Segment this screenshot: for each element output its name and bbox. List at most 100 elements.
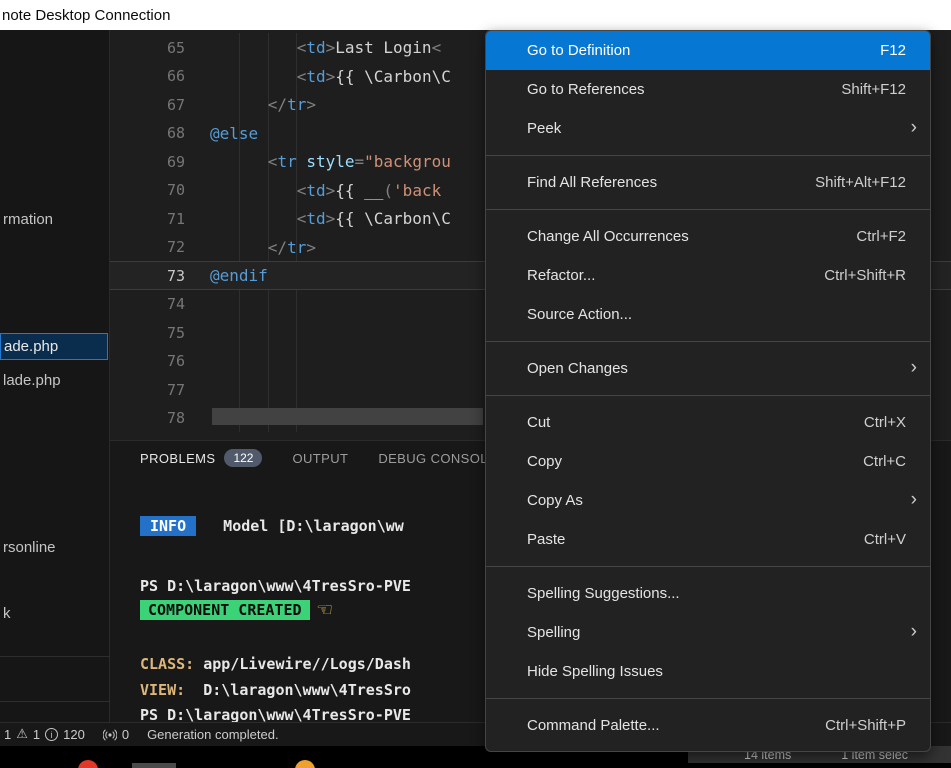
menu-separator bbox=[486, 209, 930, 210]
line-number: 77 bbox=[110, 381, 200, 399]
code-text: </tr> bbox=[200, 238, 316, 257]
code-text: @else bbox=[200, 124, 258, 143]
problems-status[interactable]: 1 ⚠ 1 120 bbox=[4, 723, 85, 746]
menu-item-shortcut: Ctrl+X bbox=[864, 414, 906, 431]
info-icon bbox=[45, 728, 58, 741]
submenu-chevron-icon: › bbox=[911, 489, 917, 511]
menu-item-label: Go to Definition bbox=[527, 42, 880, 59]
line-number: 74 bbox=[110, 295, 200, 313]
menu-item-shortcut: Ctrl+F2 bbox=[856, 228, 906, 245]
menu-item-label: Cut bbox=[527, 414, 864, 431]
menu-item-paste[interactable]: PasteCtrl+V bbox=[486, 520, 930, 559]
sidebar-item-ade-php[interactable]: ade.php bbox=[0, 333, 108, 360]
submenu-chevron-icon: › bbox=[911, 357, 917, 379]
code-text: @endif bbox=[200, 266, 268, 285]
menu-separator bbox=[486, 155, 930, 156]
menu-item-label: Open Changes bbox=[527, 360, 906, 377]
panel-tab-output[interactable]: OUTPUT bbox=[292, 451, 348, 466]
menu-item-shortcut: Shift+Alt+F12 bbox=[815, 174, 906, 191]
menu-item-spelling-suggestions[interactable]: Spelling Suggestions... bbox=[486, 574, 930, 613]
menu-item-cut[interactable]: CutCtrl+X bbox=[486, 403, 930, 442]
explorer-sidebar: rmation ade.php lade.php rsonline k bbox=[0, 30, 110, 722]
menu-item-label: Command Palette... bbox=[527, 717, 825, 734]
menu-item-shortcut: Ctrl+C bbox=[863, 453, 906, 470]
menu-item-label: Peek bbox=[527, 120, 906, 137]
menu-item-peek[interactable]: Peek › bbox=[486, 109, 930, 148]
menu-item-label: Hide Spelling Issues bbox=[527, 663, 906, 680]
menu-item-label: Change All Occurrences bbox=[527, 228, 856, 245]
menu-item-open-changes[interactable]: Open Changes › bbox=[486, 349, 930, 388]
code-text: </tr> bbox=[200, 95, 316, 114]
menu-item-label: Copy bbox=[527, 453, 863, 470]
info-count: 120 bbox=[63, 727, 85, 742]
problems-count-badge: 122 bbox=[224, 449, 262, 467]
remote-desktop-screen: note Desktop Connection rmation ade.php la… bbox=[0, 0, 951, 768]
code-text: <td>{{ __('back bbox=[200, 181, 441, 200]
menu-item-refactor[interactable]: Refactor...Ctrl+Shift+R bbox=[486, 256, 930, 295]
line-number: 71 bbox=[110, 210, 200, 228]
menu-item-shortcut: Ctrl+Shift+R bbox=[824, 267, 906, 284]
taskbar-icon-red[interactable] bbox=[78, 760, 98, 768]
menu-item-shortcut: Ctrl+V bbox=[864, 531, 906, 548]
ports-icon bbox=[103, 728, 117, 742]
warning-count: 1 bbox=[33, 727, 40, 742]
menu-item-label: Paste bbox=[527, 531, 864, 548]
menu-item-go-to-definition[interactable]: Go to DefinitionF12 bbox=[486, 31, 930, 70]
sidebar-item-lade-php[interactable]: lade.php bbox=[0, 368, 108, 392]
line-number: 72 bbox=[110, 238, 200, 256]
sidebar-item-k[interactable]: k bbox=[0, 601, 108, 625]
menu-separator bbox=[486, 341, 930, 342]
menu-item-hide-spelling-issues[interactable]: Hide Spelling Issues bbox=[486, 652, 930, 691]
status-message: Generation completed. bbox=[147, 727, 279, 742]
menu-item-copy[interactable]: CopyCtrl+C bbox=[486, 442, 930, 481]
sidebar-divider bbox=[0, 656, 110, 657]
line-number: 69 bbox=[110, 153, 200, 171]
sidebar-item-rmation[interactable]: rmation bbox=[0, 207, 108, 231]
rdp-title: note Desktop Connection bbox=[2, 7, 170, 24]
line-number: 67 bbox=[110, 96, 200, 114]
menu-item-change-all-occurrences[interactable]: Change All OccurrencesCtrl+F2 bbox=[486, 217, 930, 256]
menu-item-copy-as[interactable]: Copy As › bbox=[486, 481, 930, 520]
code-text: <td>{{ \Carbon\C bbox=[200, 67, 451, 86]
ports-count: 0 bbox=[122, 727, 129, 742]
menu-item-command-palette[interactable]: Command Palette...Ctrl+Shift+P bbox=[486, 706, 930, 745]
taskbar-icon-orange[interactable] bbox=[295, 760, 315, 768]
rdp-title-bar[interactable]: note Desktop Connection bbox=[0, 0, 951, 30]
panel-tab-problems[interactable]: PROBLEMS122 bbox=[140, 449, 262, 467]
panel-tab-debug-console[interactable]: DEBUG CONSOLE bbox=[378, 451, 497, 466]
error-count: 1 bbox=[4, 727, 11, 742]
menu-separator bbox=[486, 395, 930, 396]
sidebar-file-list: rmation ade.php lade.php rsonline k bbox=[0, 30, 109, 722]
code-text: <td>{{ \Carbon\C bbox=[200, 209, 451, 228]
submenu-chevron-icon: › bbox=[911, 117, 917, 139]
line-number: 76 bbox=[110, 352, 200, 370]
sidebar-item-rsonline[interactable]: rsonline bbox=[0, 535, 108, 559]
code-text: <tr style="backgrou bbox=[200, 152, 451, 171]
menu-item-label: Spelling Suggestions... bbox=[527, 585, 906, 602]
line-number: 78 bbox=[110, 409, 200, 427]
menu-item-shortcut: Ctrl+Shift+P bbox=[825, 717, 906, 734]
menu-item-label: Refactor... bbox=[527, 267, 824, 284]
menu-item-label: Find All References bbox=[527, 174, 815, 191]
line-number: 70 bbox=[110, 181, 200, 199]
sidebar-divider bbox=[0, 701, 110, 702]
line-number: 75 bbox=[110, 324, 200, 342]
horizontal-scrollbar-thumb[interactable] bbox=[212, 408, 483, 425]
line-number: 73 bbox=[110, 267, 200, 285]
menu-item-label: Go to References bbox=[527, 81, 841, 98]
menu-item-shortcut: F12 bbox=[880, 42, 906, 59]
menu-item-shortcut: Shift+F12 bbox=[841, 81, 906, 98]
editor-context-menu: Go to DefinitionF12Go to ReferencesShift… bbox=[485, 30, 931, 752]
menu-item-source-action[interactable]: Source Action... bbox=[486, 295, 930, 334]
line-number: 68 bbox=[110, 124, 200, 142]
menu-item-go-to-references[interactable]: Go to ReferencesShift+F12 bbox=[486, 70, 930, 109]
menu-separator bbox=[486, 566, 930, 567]
submenu-chevron-icon: › bbox=[911, 621, 917, 643]
menu-item-find-all-references[interactable]: Find All ReferencesShift+Alt+F12 bbox=[486, 163, 930, 202]
taskbar-icon-partial[interactable] bbox=[132, 763, 176, 768]
menu-item-label: Copy As bbox=[527, 492, 906, 509]
menu-separator bbox=[486, 698, 930, 699]
code-text: <td>Last Login< bbox=[200, 38, 441, 57]
ports-status[interactable]: 0 bbox=[103, 723, 129, 746]
menu-item-spelling[interactable]: Spelling› bbox=[486, 613, 930, 652]
